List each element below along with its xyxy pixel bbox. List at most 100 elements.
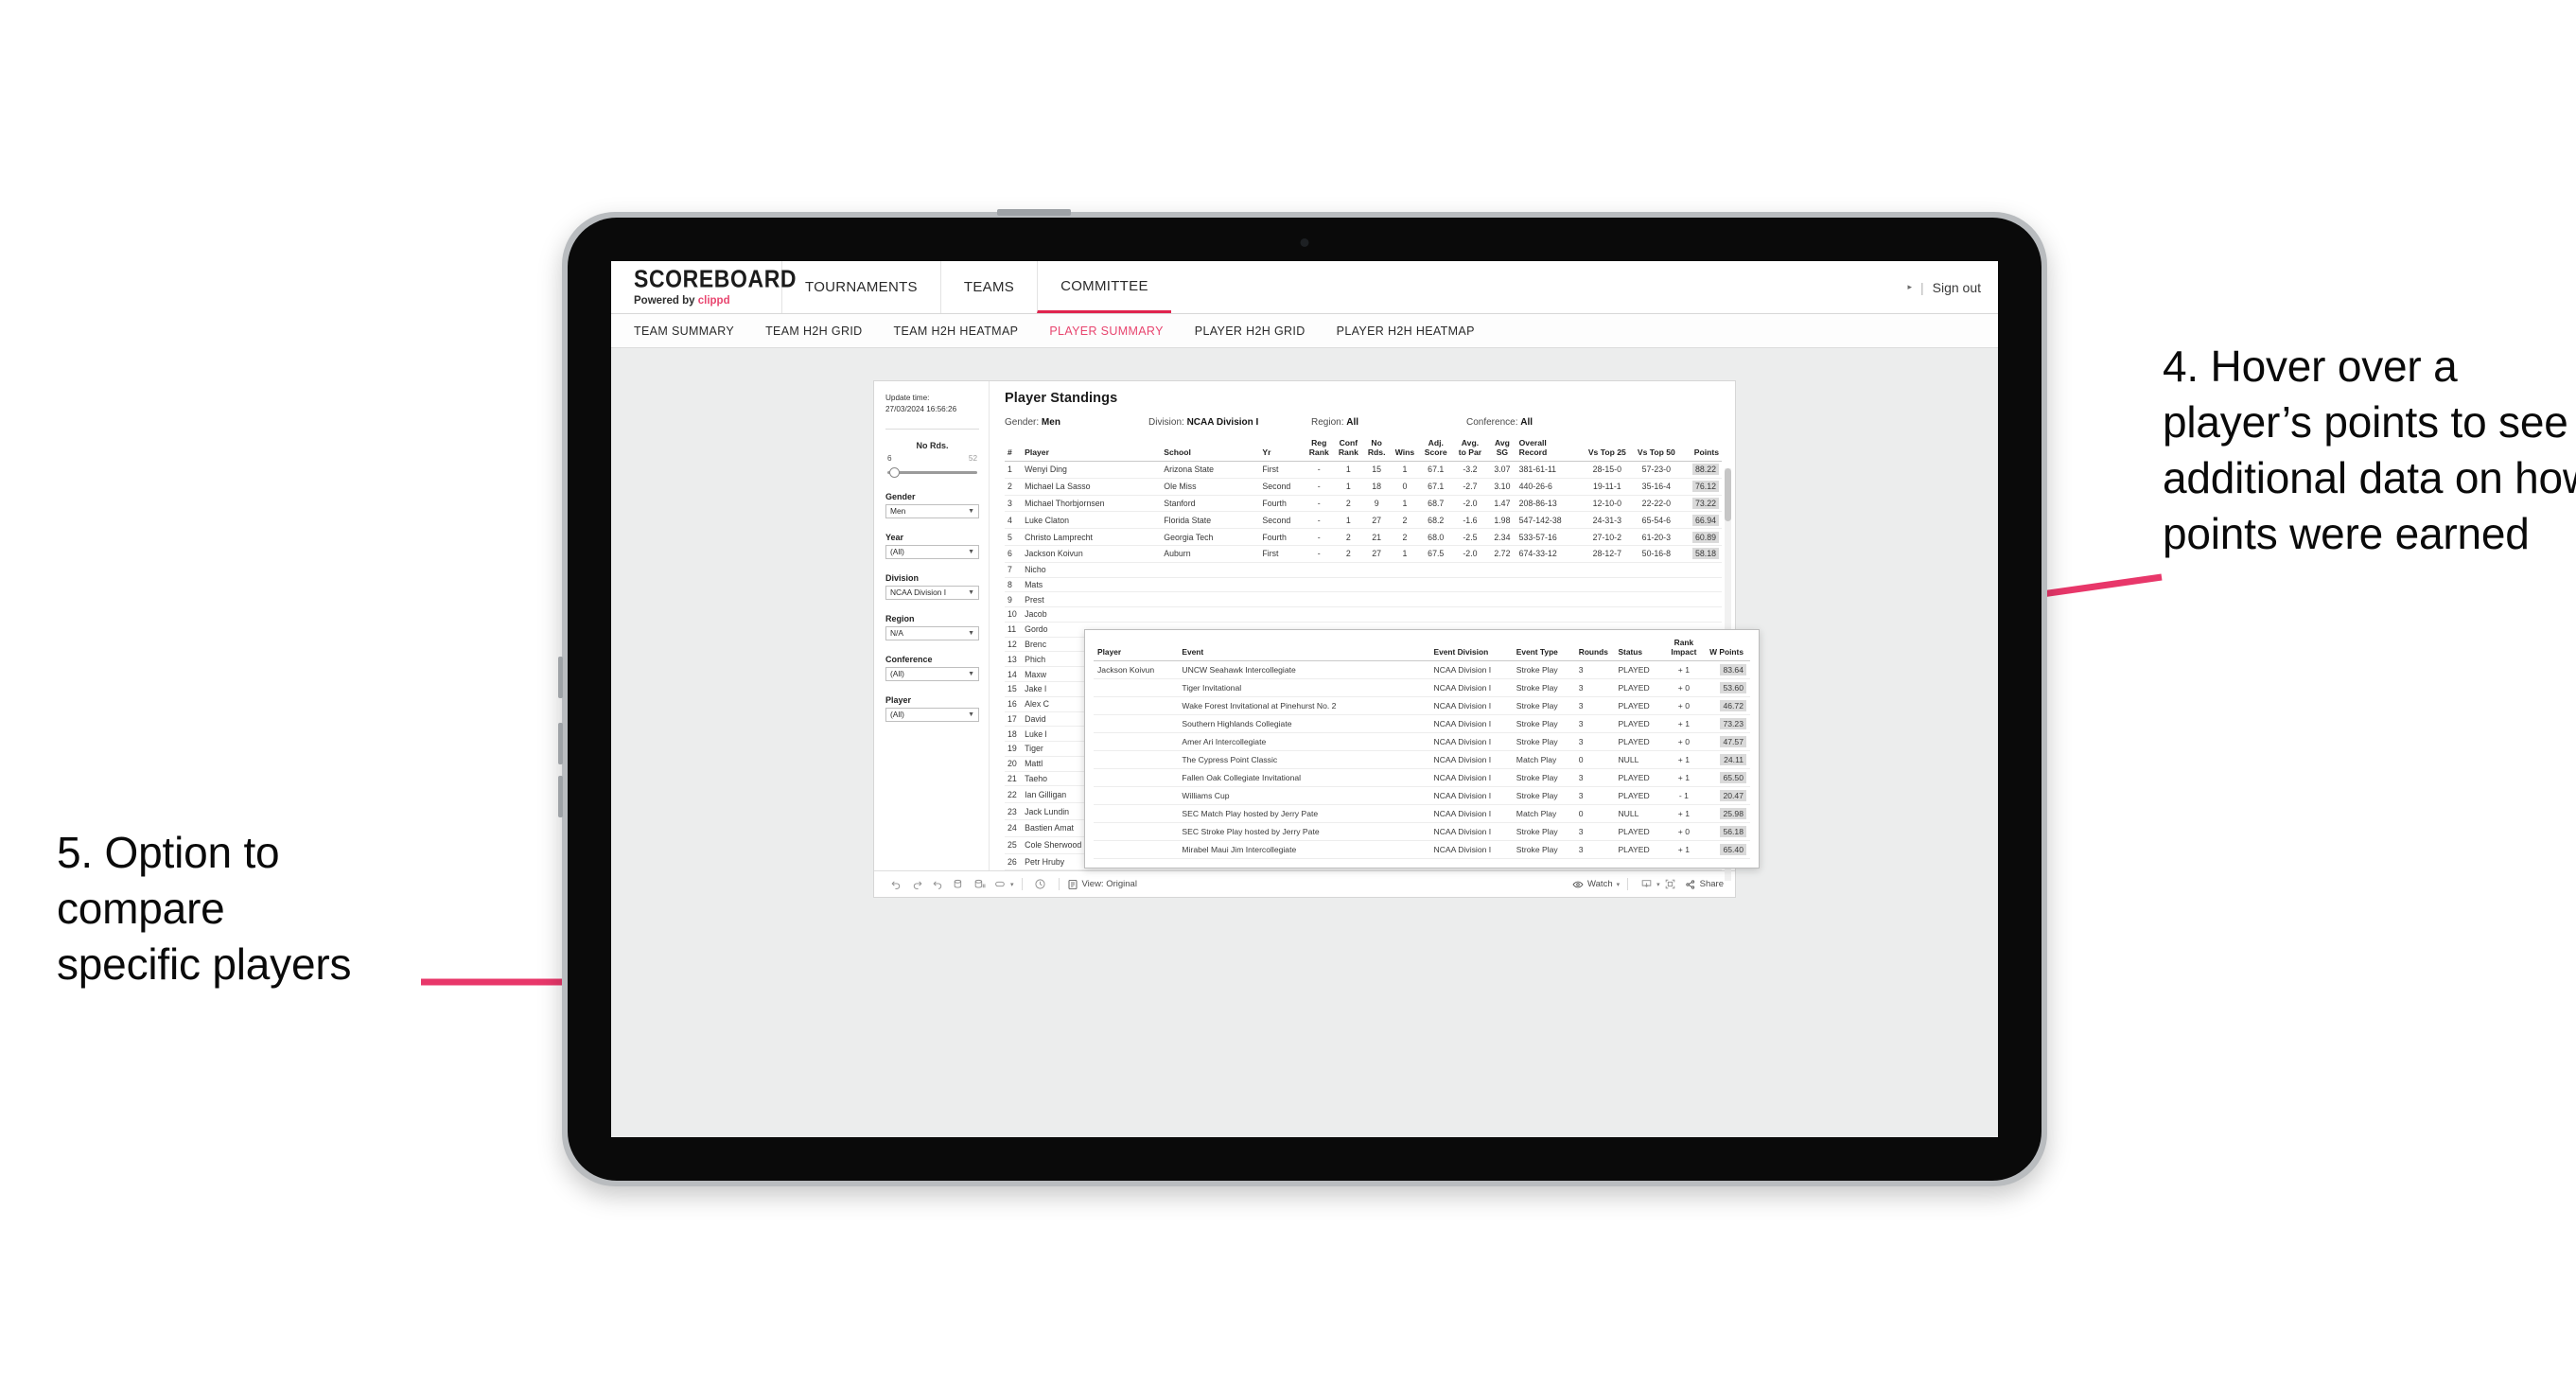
top-nav-teams[interactable]: TEAMS <box>939 261 1037 313</box>
col-vs-top-25[interactable]: Vs Top 25 <box>1582 437 1632 463</box>
col-avg-to-par[interactable]: Avg. to Par <box>1451 437 1489 463</box>
power-button[interactable] <box>997 209 1071 216</box>
table-cell <box>1304 606 1334 623</box>
tab-player-h2h-heatmap[interactable]: PLAYER H2H HEATMAP <box>1337 325 1475 338</box>
side-button[interactable] <box>558 776 563 817</box>
points-value[interactable]: 76.12 <box>1691 481 1719 493</box>
revert-icon[interactable] <box>927 875 948 894</box>
points-cell[interactable]: 76.12 <box>1680 478 1722 496</box>
top-nav-committee[interactable]: COMMITTEE <box>1037 261 1171 313</box>
table-row[interactable]: 4 Luke Claton Florida State Second -1 27 2 68.2… <box>1005 511 1722 530</box>
tooltip-cell: NCAA Division I <box>1429 750 1513 769</box>
table-row[interactable]: 2 Michael La Sasso Ole Miss Second -1 18 0 67.1… <box>1005 478 1722 496</box>
tab-player-summary[interactable]: PLAYER SUMMARY <box>1049 325 1163 338</box>
filter-year: Year (All) ▼ <box>885 533 979 559</box>
tooltip-cell: NCAA Division I <box>1429 822 1513 841</box>
points-value[interactable]: 66.94 <box>1691 514 1719 526</box>
filter-gender-select[interactable]: Men ▼ <box>885 503 979 518</box>
view-original-button[interactable]: View: Original <box>1067 879 1137 890</box>
tooltip-w-points-value: 47.57 <box>1720 736 1746 747</box>
col-reg-rank[interactable]: Reg Rank <box>1304 437 1334 463</box>
points-cell[interactable] <box>1680 606 1722 623</box>
chevron-down-icon[interactable]: ▾ <box>1617 881 1621 888</box>
meta-region-value: All <box>1346 417 1359 428</box>
table-row[interactable]: 3 Michael Thorbjornsen Stanford Fourth -2 9 1 6… <box>1005 495 1722 513</box>
table-row[interactable]: 10 Jacob <box>1005 606 1722 623</box>
table-row[interactable]: 8 Mats <box>1005 577 1722 593</box>
table-scrollbar-thumb[interactable] <box>1725 468 1731 521</box>
view-original-toggle-icon[interactable] <box>990 875 1010 894</box>
page-title: Player Standings <box>1005 391 1118 406</box>
filter-year-select[interactable]: (All) ▼ <box>885 544 979 559</box>
points-cell[interactable]: 66.94 <box>1680 511 1722 530</box>
col-points[interactable]: Points <box>1680 437 1722 463</box>
col-wins[interactable]: Wins <box>1390 437 1420 463</box>
share-button[interactable]: Share <box>1685 879 1724 890</box>
col-vs-top-50[interactable]: Vs Top 50 <box>1631 437 1681 463</box>
pause-updates-icon[interactable] <box>969 875 990 894</box>
table-row[interactable]: 6 Jackson Koivun Auburn First -2 27 1 67.5 -2.0 2… <box>1005 545 1722 563</box>
tooltip-cell: + 1 <box>1664 768 1704 787</box>
tooltip-cell: NCAA Division I <box>1429 660 1513 679</box>
col-school[interactable]: School <box>1161 437 1260 463</box>
table-cell <box>1390 577 1420 593</box>
table-cell <box>1582 606 1632 623</box>
points-value[interactable]: 73.22 <box>1691 497 1719 509</box>
chevron-down-icon: ▼ <box>968 548 974 555</box>
tab-team-summary[interactable]: TEAM SUMMARY <box>634 325 734 338</box>
col-overall-record[interactable]: Overall Record <box>1516 437 1583 463</box>
chevron-right-icon[interactable]: ▸ <box>1907 282 1912 292</box>
col-rank[interactable]: # <box>1005 437 1023 463</box>
table-row[interactable]: 1 Wenyi Ding Arizona State First -1 15 1 67.1 -3… <box>1005 461 1722 479</box>
table-cell: 12 <box>1005 637 1023 653</box>
watch-button[interactable]: Watch ▾ <box>1572 879 1620 890</box>
refresh-data-icon[interactable] <box>948 875 969 894</box>
table-cell: - <box>1304 461 1334 479</box>
table-row[interactable]: 5 Christo Lamprecht Georgia Tech Fourth -2 21… <box>1005 528 1722 546</box>
tooltip-cell: Williams Cup <box>1178 786 1430 805</box>
filter-conference-select[interactable]: (All) ▼ <box>885 666 979 681</box>
tab-team-h2h-grid[interactable]: TEAM H2H GRID <box>765 325 862 338</box>
download-icon[interactable] <box>1636 875 1656 894</box>
chevron-down-icon[interactable]: ▾ <box>1010 881 1014 888</box>
top-nav-tournaments[interactable]: TOURNAMENTS <box>781 261 940 313</box>
volume-down-button[interactable] <box>558 723 563 764</box>
filter-region-select[interactable]: N/A ▼ <box>885 625 979 640</box>
table-cell <box>1419 591 1452 608</box>
points-cell[interactable] <box>1680 577 1722 593</box>
col-yr[interactable]: Yr <box>1259 437 1305 463</box>
sign-out-link[interactable]: Sign out <box>1933 280 1981 295</box>
redo-icon[interactable] <box>906 875 927 894</box>
points-cell[interactable] <box>1680 562 1722 578</box>
tab-team-h2h-heatmap[interactable]: TEAM H2H HEATMAP <box>894 325 1019 338</box>
col-adj-score[interactable]: Adj. Score <box>1419 437 1452 463</box>
col-no-rds[interactable]: No Rds. <box>1363 437 1391 463</box>
fullscreen-icon[interactable] <box>1660 875 1681 894</box>
undo-icon[interactable] <box>885 875 906 894</box>
table-row[interactable]: 9 Prest <box>1005 591 1722 608</box>
filter-conference-label: Conference <box>885 654 933 664</box>
points-cell[interactable]: 58.18 <box>1680 545 1722 563</box>
col-player[interactable]: Player <box>1022 437 1162 463</box>
points-cell[interactable]: 60.89 <box>1680 528 1722 546</box>
brand-logo[interactable]: SCOREBOARD Powered by clippd <box>611 261 797 313</box>
table-row[interactable]: 7 Nicho <box>1005 562 1722 578</box>
points-cell[interactable]: 73.22 <box>1680 495 1722 513</box>
col-avg-sg[interactable]: Avg SG <box>1488 437 1516 463</box>
tab-player-h2h-grid[interactable]: PLAYER H2H GRID <box>1195 325 1306 338</box>
points-cell[interactable] <box>1680 591 1722 608</box>
no-rounds-slider[interactable] <box>885 466 979 478</box>
volume-up-button[interactable] <box>558 657 563 698</box>
points-value[interactable]: 88.22 <box>1691 464 1719 476</box>
col-conf-rank[interactable]: Conf Rank <box>1333 437 1364 463</box>
points-value[interactable]: 60.89 <box>1691 531 1719 543</box>
meta-gender-label: Gender: <box>1005 417 1040 428</box>
tooltip-cell: 3 <box>1574 786 1615 805</box>
points-cell[interactable]: 88.22 <box>1680 461 1722 479</box>
slider-handle[interactable] <box>889 466 900 478</box>
tooltip-cell: PLAYED <box>1614 786 1665 805</box>
filter-player-select[interactable]: (All) ▼ <box>885 707 979 722</box>
points-value[interactable]: 58.18 <box>1691 548 1719 560</box>
history-icon[interactable] <box>1030 875 1051 894</box>
filter-division-select[interactable]: NCAA Division I ▼ <box>885 585 979 600</box>
